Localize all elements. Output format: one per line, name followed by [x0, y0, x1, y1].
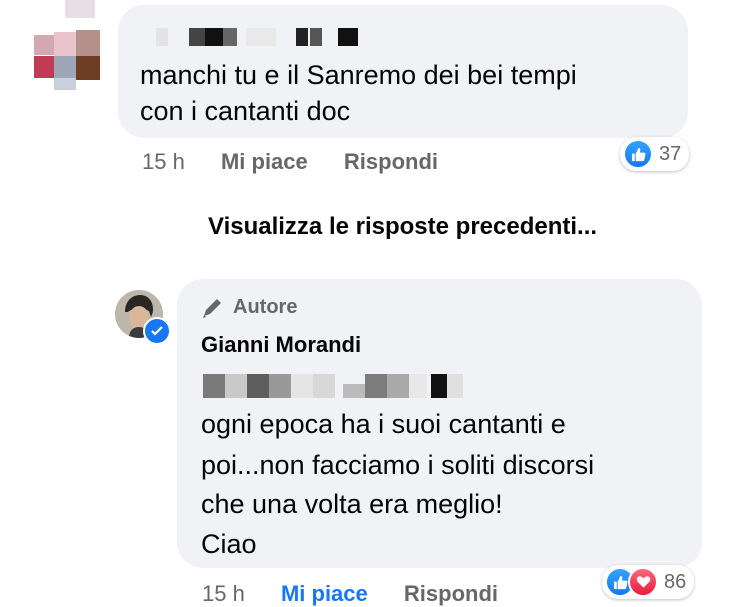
comment-actions: 15 h Mi piace Rispondi [142, 149, 438, 175]
blurred-name[interactable] [156, 28, 358, 46]
blurred-mention[interactable] [203, 374, 463, 398]
comment-time[interactable]: 15 h [202, 581, 245, 606]
reaction-summary[interactable]: 86 [602, 565, 695, 599]
comment-text-line-3: che una volta era meglio! [201, 489, 503, 519]
verified-badge-icon [143, 317, 171, 345]
like-link[interactable]: Mi piace [281, 581, 368, 606]
reaction-count: 86 [664, 570, 687, 593]
comment-bubble: manchi tu e il Sanremo dei bei tempi con… [118, 5, 688, 138]
reply-link[interactable]: Rispondi [404, 581, 498, 606]
author-badge: Autore [201, 296, 297, 319]
reply-link[interactable]: Rispondi [344, 149, 438, 174]
comment-text-line-4: Ciao [201, 529, 257, 559]
author-badge-label: Autore [233, 296, 298, 318]
comment-actions: 15 h Mi piace Rispondi [202, 581, 498, 607]
comment-text-line-1: ogni epoca ha i suoi cantanti e [201, 409, 566, 439]
like-icon [623, 139, 653, 169]
comment-text-line-2: poi...non facciamo i soliti discorsi [201, 450, 595, 480]
pencil-icon [201, 297, 225, 319]
reaction-count: 37 [659, 142, 682, 165]
view-previous-replies-link[interactable]: Visualizza le risposte precedenti... [208, 213, 597, 241]
comment-time[interactable]: 15 h [142, 149, 185, 174]
comment-text-line-1: manchi tu e il Sanremo dei bei tempi [140, 60, 577, 90]
like-link[interactable]: Mi piace [221, 149, 308, 174]
blurred-avatar[interactable] [30, 0, 108, 90]
author-name[interactable]: Gianni Morandi [201, 332, 361, 358]
comment-text-line-2: con i cantanti doc [140, 96, 351, 126]
reaction-summary[interactable]: 37 [620, 137, 690, 171]
love-icon [628, 567, 658, 597]
comment-bubble: Autore Gianni Morandi ogni epoca ha i su… [177, 279, 702, 568]
